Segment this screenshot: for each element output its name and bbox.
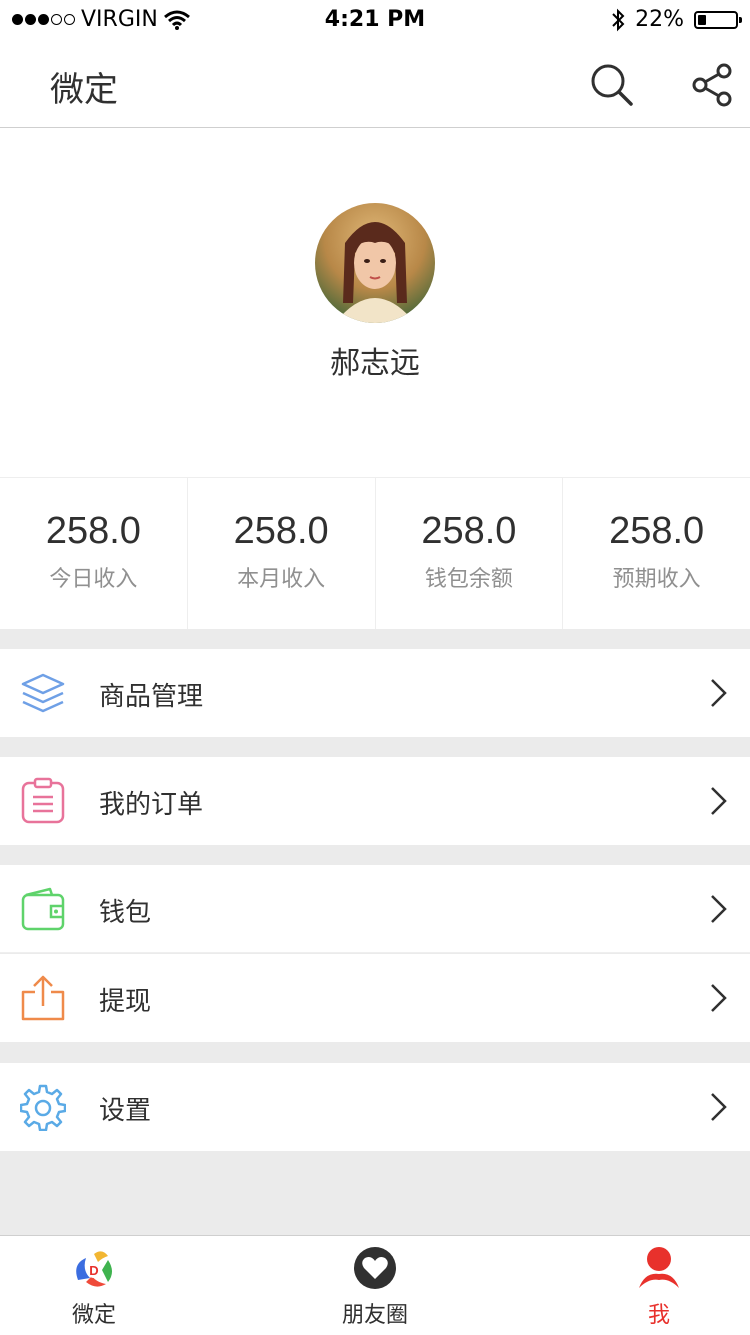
chevron-right-icon [711,679,727,707]
stat-expected-income[interactable]: 258.0 预期收入 [563,478,750,629]
stat-label: 预期收入 [612,567,701,592]
status-bar: VIRGIN 4:21 PM 22% [0,0,750,40]
upload-icon [21,975,65,1021]
menu-item-label: 商品管理 [99,682,204,712]
menu-item-my-orders[interactable]: 我的订单 [0,757,750,845]
battery-icon [694,10,742,29]
menu-item-wallet[interactable]: 钱包 [0,865,750,953]
bluetooth-icon [612,8,625,31]
layers-icon [21,673,65,713]
stat-today-income[interactable]: 258.0 今日收入 [0,478,188,629]
stat-month-income[interactable]: 258.0 本月收入 [188,478,376,629]
svg-text:D: D [89,1263,98,1278]
menu-item-label: 设置 [99,1096,152,1126]
tab-me[interactable]: 我 [534,1236,750,1335]
menu-item-product-management[interactable]: 商品管理 [0,649,750,737]
battery-percent: 22% [635,7,684,32]
chevron-right-icon [711,895,727,923]
tab-label: 我 [647,1303,670,1328]
stats-bar: 258.0 今日收入 258.0 本月收入 258.0 钱包余额 258.0 预… [0,477,750,629]
status-right: 22% [611,7,742,32]
gear-icon [20,1084,66,1131]
page-title: 微定 [50,70,118,110]
stat-label: 本月收入 [237,567,326,592]
avatar[interactable] [315,203,435,323]
app-logo-icon: D [76,1251,112,1287]
tab-label: 微定 [71,1303,116,1328]
stat-value: 258.0 [45,510,141,552]
user-name: 郝志远 [330,346,420,381]
tab-home[interactable]: D 微定 [0,1236,219,1335]
person-icon [639,1247,679,1288]
tab-bar: D 微定 朋友圈 我 [0,1235,750,1334]
chevron-right-icon [711,984,727,1012]
stat-label: 钱包余额 [424,567,513,592]
heart-icon [354,1247,396,1289]
row-divider [0,952,750,953]
tab-label: 朋友圈 [341,1303,408,1328]
stat-value: 258.0 [609,510,705,552]
share-icon[interactable] [690,62,736,108]
menu-item-label: 我的订单 [99,790,204,820]
menu-item-withdraw[interactable]: 提现 [0,954,750,1042]
wallet-icon [21,887,65,931]
search-icon[interactable] [589,62,635,108]
chevron-right-icon [711,787,727,815]
menu-item-label: 提现 [99,987,152,1017]
stat-label: 今日收入 [49,567,138,592]
stat-value: 258.0 [233,510,329,552]
nav-bar: 微定 [0,40,750,128]
menu-item-settings[interactable]: 设置 [0,1063,750,1151]
clipboard-icon [21,777,65,824]
menu-item-label: 钱包 [99,898,152,928]
tab-moments[interactable]: 朋友圈 [250,1236,500,1335]
stat-value: 258.0 [421,510,517,552]
stat-wallet-balance[interactable]: 258.0 钱包余额 [376,478,564,629]
chevron-right-icon [711,1093,727,1121]
